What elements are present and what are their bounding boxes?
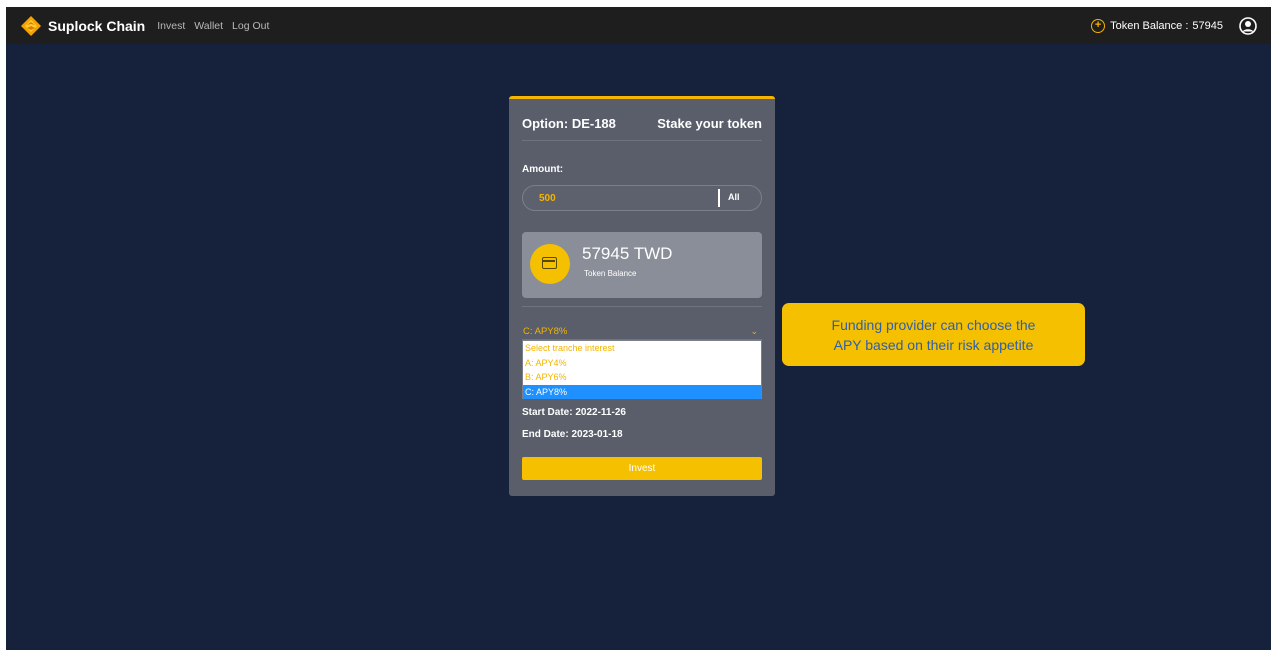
invest-button[interactable]: Invest bbox=[522, 457, 762, 480]
dropdown-option-c[interactable]: C: APY8% bbox=[523, 384, 761, 399]
wallet-badge bbox=[530, 244, 570, 284]
token-balance-panel: 57945 TWD Token Balance bbox=[522, 232, 762, 298]
amount-label: Amount: bbox=[522, 164, 564, 175]
chevron-down-icon[interactable]: ⌄ bbox=[750, 326, 758, 337]
amount-input[interactable]: 500 All bbox=[522, 185, 762, 211]
callout-line-2: APY based on their risk appetite bbox=[833, 336, 1034, 353]
tranche-dropdown-list: Select tranche interest A: APY4% B: APY6… bbox=[522, 340, 762, 399]
nav-link-logout[interactable]: Log Out bbox=[232, 20, 269, 32]
amount-value: 500 bbox=[539, 193, 556, 204]
nav-link-invest[interactable]: Invest bbox=[157, 20, 185, 32]
annotation-callout: Funding provider can choose the APY base… bbox=[782, 303, 1085, 366]
balance-amount: 57945 TWD bbox=[582, 244, 673, 263]
app-frame: Suplock Chain Invest Wallet Log Out + To… bbox=[6, 7, 1271, 650]
card-header: Option: DE-188 Stake your token bbox=[522, 116, 762, 131]
stake-card: Option: DE-188 Stake your token Amount: … bbox=[509, 96, 775, 496]
dropdown-option-b[interactable]: B: APY6% bbox=[523, 370, 761, 385]
tranche-select[interactable]: C: APY8% ⌄ bbox=[522, 324, 762, 340]
stake-title: Stake your token bbox=[657, 116, 762, 131]
header-divider bbox=[522, 140, 762, 141]
user-circle-icon[interactable] bbox=[1239, 16, 1257, 35]
dropdown-option-placeholder[interactable]: Select tranche interest bbox=[523, 341, 761, 356]
top-navbar: Suplock Chain Invest Wallet Log Out + To… bbox=[6, 7, 1271, 44]
nav-right: + Token Balance : 57945 bbox=[1091, 16, 1257, 35]
wallet-icon bbox=[542, 257, 557, 269]
start-date: Start Date: 2022-11-26 bbox=[522, 407, 626, 418]
suplock-logo-icon bbox=[21, 15, 41, 36]
dropdown-option-a[interactable]: A: APY4% bbox=[523, 356, 761, 371]
callout-line-1: Funding provider can choose the bbox=[831, 316, 1036, 333]
plus-circle-icon[interactable]: + bbox=[1091, 18, 1106, 33]
option-title: Option: DE-188 bbox=[522, 116, 616, 131]
nav-link-wallet[interactable]: Wallet bbox=[194, 20, 223, 32]
tranche-select-value: C: APY8% bbox=[523, 326, 568, 337]
token-balance-value: 57945 bbox=[1192, 19, 1223, 32]
balance-caption: Token Balance bbox=[584, 269, 637, 278]
token-balance-label: Token Balance : bbox=[1110, 19, 1189, 32]
brand[interactable]: Suplock Chain bbox=[20, 15, 145, 37]
input-divider bbox=[718, 189, 720, 207]
brand-name: Suplock Chain bbox=[48, 17, 146, 34]
all-button[interactable]: All bbox=[728, 192, 740, 202]
end-date: End Date: 2023-01-18 bbox=[522, 429, 623, 440]
balance-divider bbox=[522, 306, 762, 307]
